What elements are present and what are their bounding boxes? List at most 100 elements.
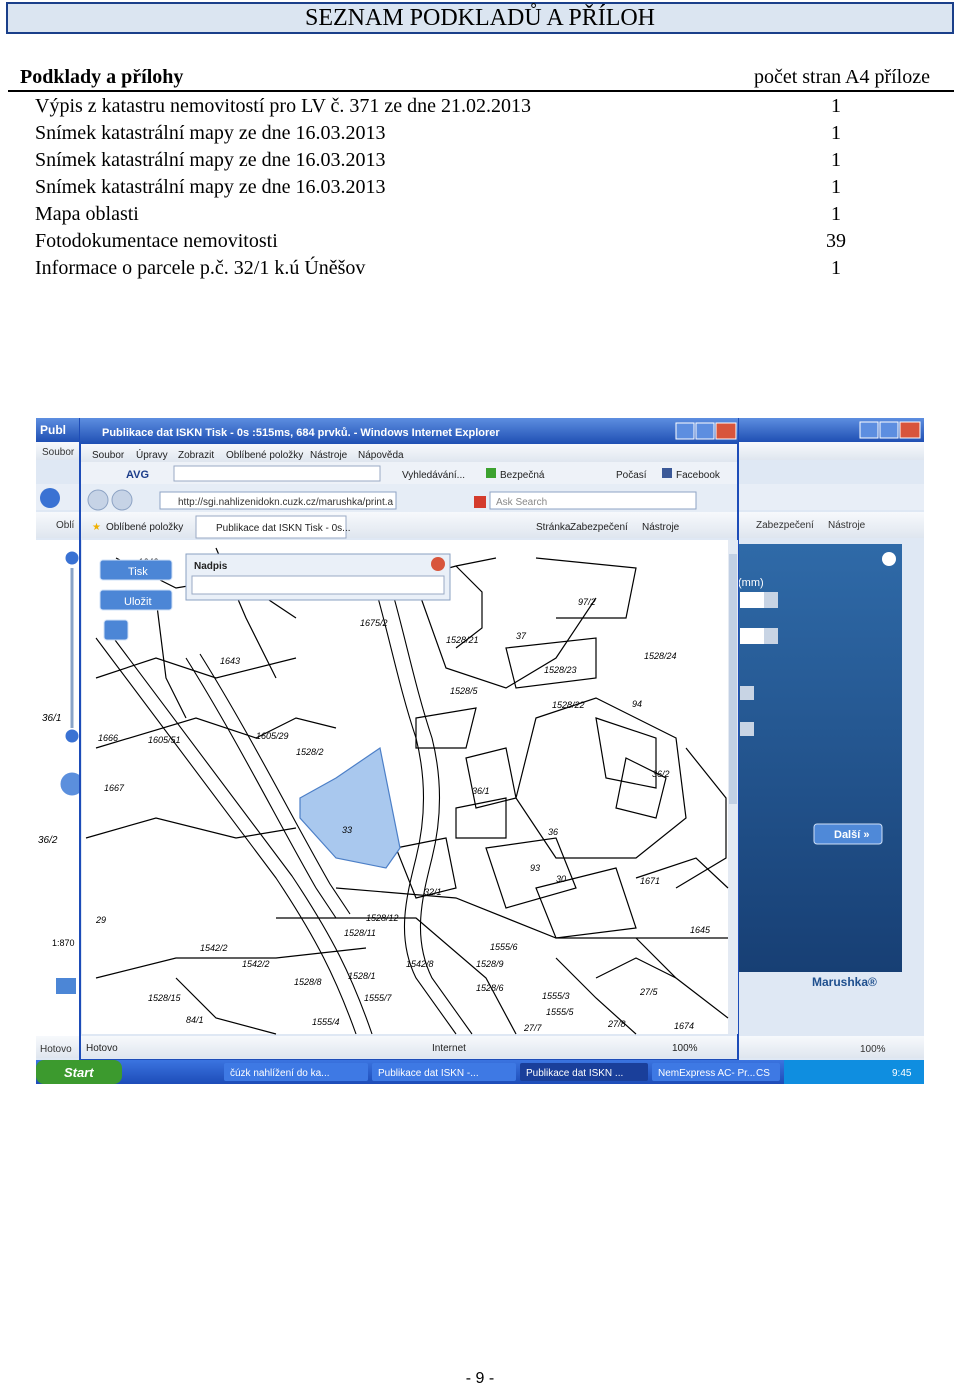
title-dialog-label: Nadpis	[194, 561, 228, 572]
svg-text:36/2: 36/2	[38, 835, 58, 846]
attachment-row: Snímek katastrální mapy ze dne 16.03.201…	[35, 121, 935, 148]
attachment-name: Snímek katastrální mapy ze dne 16.03.201…	[35, 149, 386, 171]
attachment-list: Výpis z katastru nemovitostí pro LV č. 3…	[35, 94, 935, 283]
svg-text:94: 94	[632, 699, 642, 709]
svg-text:1528/8: 1528/8	[294, 977, 322, 987]
svg-text:1666: 1666	[98, 733, 118, 743]
attachment-count: 1	[831, 95, 841, 117]
back-window-title: Publ	[40, 423, 66, 437]
svg-text:93: 93	[530, 863, 540, 873]
safe-search-button[interactable]: Bezpečná	[500, 470, 545, 481]
back-favorites[interactable]: Oblí	[56, 520, 75, 531]
avg-search-button[interactable]: Vyhledávání...	[402, 470, 465, 481]
svg-text:1643: 1643	[220, 656, 240, 666]
svg-text:1605/51: 1605/51	[148, 735, 181, 745]
svg-text:33: 33	[342, 825, 352, 835]
svg-text:1555/7: 1555/7	[364, 993, 393, 1003]
next-button-label: Další »	[834, 829, 869, 841]
svg-text:1528/6: 1528/6	[476, 983, 504, 993]
cmd-page[interactable]: Stránka	[536, 522, 571, 533]
attachment-row: Výpis z katastru nemovitostí pro LV č. 3…	[35, 94, 935, 121]
menu-favorites[interactable]: Oblíbené položky	[226, 450, 303, 461]
svg-text:1528/21: 1528/21	[446, 635, 479, 645]
svg-text:NemExpress AC- Pr...: NemExpress AC- Pr...	[658, 1068, 755, 1079]
attachment-count: 1	[831, 257, 841, 279]
svg-text:1542/8: 1542/8	[406, 959, 434, 969]
minimize-button[interactable]	[675, 422, 695, 440]
window-title: Publikace dat ISKN Tisk - 0s :515ms, 684…	[102, 427, 500, 439]
attachment-count: 1	[831, 176, 841, 198]
svg-text:1671: 1671	[640, 876, 660, 886]
svg-text:Publikace dat ISKN ...: Publikace dat ISKN ...	[526, 1068, 623, 1079]
avg-search-input[interactable]	[173, 465, 381, 482]
front-browser-window: Publikace dat ISKN Tisk - 0s :515ms, 684…	[79, 418, 739, 1061]
svg-text:1674: 1674	[674, 1021, 694, 1031]
attachment-count: 39	[826, 230, 846, 252]
dialog-close-icon[interactable]	[431, 557, 445, 571]
column-header-page-count: počet stran A4 příloze	[753, 66, 930, 88]
start-label: Start	[64, 1065, 94, 1080]
back-cmd-tools[interactable]: Nástroje	[828, 520, 866, 531]
menu-tools[interactable]: Nástroje	[310, 450, 348, 461]
zoom-tool-icon[interactable]	[103, 619, 129, 641]
attachment-name: Snímek katastrální mapy ze dne 16.03.201…	[35, 176, 386, 198]
maximize-button[interactable]	[695, 422, 715, 440]
facebook-button[interactable]: Facebook	[676, 470, 721, 481]
print-button-label: Tisk	[128, 566, 148, 578]
attachment-name: Informace o parcele p.č. 32/1 k.ú Úněšov	[35, 257, 366, 279]
forward-arrow-icon[interactable]	[111, 489, 133, 511]
svg-text:37: 37	[516, 631, 527, 641]
svg-text:1675/2: 1675/2	[360, 618, 388, 628]
attachment-row: Snímek katastrální mapy ze dne 16.03.201…	[35, 148, 935, 175]
print-settings-panel	[736, 544, 902, 972]
status-zoom[interactable]: 100%	[672, 1043, 698, 1054]
svg-text:1555/5: 1555/5	[546, 1007, 575, 1017]
attachment-name: Snímek katastrální mapy ze dne 16.03.201…	[35, 122, 386, 144]
svg-text:čúzk nahlížení do ka...: čúzk nahlížení do ka...	[230, 1068, 330, 1079]
back-status-done: Hotovo	[40, 1044, 72, 1055]
svg-text:84/1: 84/1	[186, 1015, 204, 1025]
menu-view[interactable]: Zobrazit	[178, 450, 214, 461]
attachment-row: Fotodokumentace nemovitosti 39	[35, 229, 935, 256]
cmd-tools[interactable]: Nástroje	[642, 522, 680, 533]
menu-help[interactable]: Nápověda	[358, 450, 404, 461]
clock: 9:45	[892, 1068, 912, 1079]
language-indicator[interactable]: CS	[756, 1068, 770, 1079]
document-title: SEZNAM PODKLADŮ A PŘÍLOH	[6, 2, 954, 34]
favorites-star-icon[interactable]: ★	[92, 522, 101, 533]
title-input[interactable]	[191, 575, 445, 595]
svg-text:1667: 1667	[104, 783, 125, 793]
weather-button[interactable]: Počasí	[616, 470, 647, 481]
cmd-security[interactable]: Zabezpečení	[570, 522, 628, 533]
back-arrow-icon[interactable]	[87, 489, 109, 511]
svg-text:1528/22: 1528/22	[552, 700, 585, 710]
status-zone: Internet	[432, 1043, 466, 1054]
svg-text:1555/4: 1555/4	[312, 1017, 340, 1027]
menu-file[interactable]: Soubor	[92, 450, 125, 461]
svg-text:1555/6: 1555/6	[490, 942, 518, 952]
attachment-count: 1	[831, 122, 841, 144]
back-menu-file[interactable]: Soubor	[42, 447, 75, 458]
menu-edit[interactable]: Úpravy	[136, 448, 168, 461]
svg-text:36/1: 36/1	[472, 786, 490, 796]
svg-text:Publikace dat ISKN -...: Publikace dat ISKN -...	[378, 1068, 479, 1079]
unit-label: (mm)	[738, 577, 764, 589]
svg-text:1555/3: 1555/3	[542, 991, 570, 1001]
marushka-logo: Marushka®	[812, 975, 877, 989]
svg-text:1528/5: 1528/5	[450, 686, 479, 696]
svg-text:1528/1: 1528/1	[348, 971, 376, 981]
svg-text:30: 30	[556, 874, 566, 884]
svg-text:1645: 1645	[690, 925, 711, 935]
back-cmd-security[interactable]: Zabezpečení	[756, 520, 814, 531]
page-number: - 9 -	[465, 1370, 495, 1387]
back-status-zoom: 100%	[860, 1044, 886, 1055]
svg-text:27/7: 27/7	[523, 1023, 543, 1033]
close-button[interactable]	[715, 422, 737, 440]
attachment-name: Fotodokumentace nemovitosti	[35, 230, 278, 252]
svg-text:1528/9: 1528/9	[476, 959, 504, 969]
favorites-button[interactable]: Oblíbené položky	[106, 522, 183, 533]
attachment-count: 1	[831, 149, 841, 171]
svg-text:27/8: 27/8	[607, 1019, 626, 1029]
svg-text:1528/12: 1528/12	[366, 913, 399, 923]
svg-text:29: 29	[95, 915, 106, 925]
